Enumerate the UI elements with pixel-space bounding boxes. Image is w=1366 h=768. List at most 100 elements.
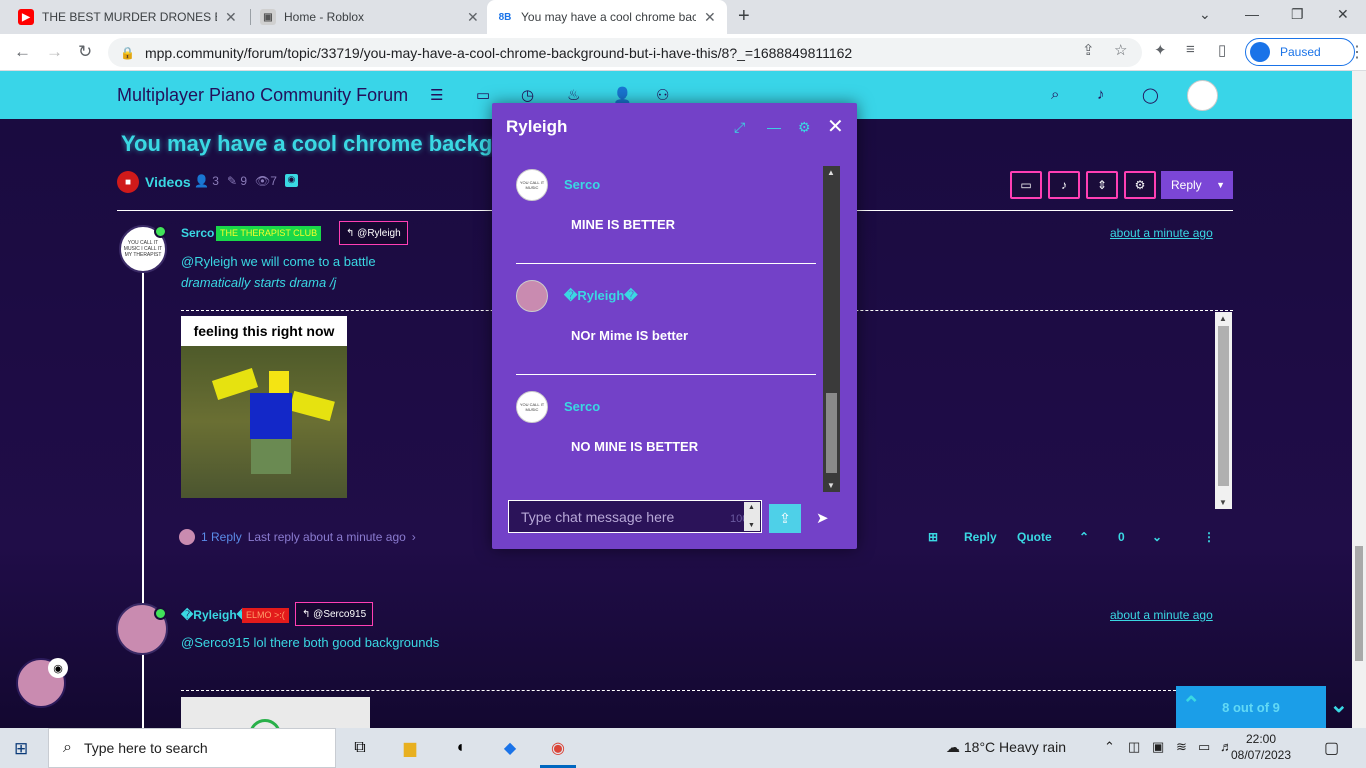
- search-icon[interactable]: ⌕: [1051, 86, 1059, 103]
- avatar[interactable]: [516, 280, 548, 312]
- replies-count[interactable]: 1 Reply: [201, 530, 242, 544]
- scroll-up-icon[interactable]: ▲: [827, 168, 835, 177]
- chat-bubble-icon[interactable]: ◯: [1142, 86, 1159, 104]
- task-view-icon[interactable]: ⧉: [348, 736, 372, 760]
- scrollbar-thumb[interactable]: [1355, 546, 1363, 661]
- close-icon[interactable]: ✕: [467, 9, 479, 26]
- chat-settings-gear-icon[interactable]: ⚙: [798, 119, 811, 136]
- roblox-studio-icon[interactable]: ◆: [498, 736, 522, 760]
- chat-author[interactable]: �Ryleigh�: [564, 288, 638, 304]
- minimize-icon[interactable]: —: [1245, 6, 1259, 22]
- post-menu-icon[interactable]: ⋮: [1203, 530, 1215, 544]
- reload-icon[interactable]: ↻: [78, 42, 92, 62]
- user-avatar[interactable]: [1187, 80, 1218, 111]
- file-explorer-icon[interactable]: ▆: [398, 736, 422, 760]
- chat-message-input[interactable]: Type chat message here: [508, 500, 762, 533]
- recent-clock-icon[interactable]: ◷: [521, 86, 534, 104]
- post-author[interactable]: Serco: [181, 226, 214, 240]
- close-icon[interactable]: ✕: [827, 114, 844, 139]
- eye-icon[interactable]: ◉: [48, 658, 68, 678]
- clock[interactable]: 22:00 08/07/2023: [1228, 731, 1294, 763]
- chat-scrollbar[interactable]: ▲ ▼: [823, 166, 840, 492]
- post-scrollbar[interactable]: ▲ ▼: [1215, 312, 1232, 509]
- popular-fire-icon[interactable]: ♨: [567, 86, 580, 104]
- inbox-icon[interactable]: ▭: [476, 86, 490, 104]
- tab-roblox[interactable]: ▣ Home - Roblox ✕: [250, 0, 490, 34]
- media-icon[interactable]: ≡: [1186, 41, 1195, 58]
- new-tab-icon[interactable]: +: [738, 5, 750, 28]
- profile-button[interactable]: Paused: [1245, 38, 1355, 66]
- replies-summary[interactable]: 1 Reply Last reply about a minute ago ›: [179, 529, 416, 545]
- windows-start-icon[interactable]: ⊞: [14, 739, 28, 759]
- scrollbar-thumb[interactable]: [826, 393, 837, 473]
- extensions-icon[interactable]: ✦: [1154, 41, 1167, 59]
- tab-youtube[interactable]: ▶ THE BEST MURDER DRONES EDIT ✕: [8, 0, 248, 34]
- close-icon[interactable]: ✕: [225, 9, 237, 26]
- chat-author[interactable]: Serco: [564, 399, 600, 414]
- plus-square-icon[interactable]: ⊞: [928, 530, 938, 544]
- downvote-icon[interactable]: ⌄: [1152, 530, 1162, 544]
- reply-button[interactable]: Reply ▼: [1161, 171, 1233, 199]
- reply-to-link[interactable]: ↰ @Ryleigh: [339, 221, 408, 245]
- close-window-icon[interactable]: ✕: [1337, 6, 1349, 23]
- users-icon[interactable]: 👤: [613, 86, 632, 104]
- taskbar-search-field[interactable]: ⌕ Type here to search: [48, 728, 336, 768]
- scroll-up-icon[interactable]: ▲: [1219, 314, 1227, 323]
- post-image[interactable]: feeling this right now: [181, 316, 347, 498]
- minimize-chat-icon[interactable]: —: [767, 119, 781, 135]
- quote-button[interactable]: Quote: [1017, 530, 1052, 544]
- pagination-bar[interactable]: ⌃ 8 out of 9 ⌄: [1176, 686, 1348, 728]
- topic-tools-gear-icon[interactable]: ⚙: [1124, 171, 1156, 199]
- forward-icon[interactable]: →: [46, 42, 63, 62]
- page-scrollbar[interactable]: [1352, 71, 1366, 728]
- url-field[interactable]: 🔒 mpp.community/forum/topic/33719/you-ma…: [108, 38, 1142, 67]
- chat-author[interactable]: Serco: [564, 177, 600, 192]
- more-menu-icon[interactable]: ⋮: [1349, 42, 1365, 62]
- scroll-down-icon[interactable]: ▼: [827, 481, 835, 490]
- notifications-bell-icon[interactable]: ♪: [1097, 86, 1105, 103]
- post-author[interactable]: �Ryleigh�: [181, 608, 249, 622]
- post-reply-button[interactable]: Reply: [964, 530, 997, 544]
- scrollbar-thumb[interactable]: [1218, 326, 1229, 486]
- wifi-icon[interactable]: ≋: [1176, 739, 1187, 755]
- reply-to-link[interactable]: ↰ @Serco915: [295, 602, 374, 626]
- share-icon[interactable]: ⇪: [1082, 41, 1095, 59]
- tray-app-icon[interactable]: ▣: [1152, 739, 1164, 755]
- back-icon[interactable]: ←: [14, 42, 31, 62]
- caret-down-icon[interactable]: ▼: [1216, 180, 1225, 190]
- tray-chevron-icon[interactable]: ⌃: [1104, 739, 1115, 755]
- tab-forum-topic[interactable]: 8B You may have a cool chrome bac ✕: [487, 0, 727, 34]
- avatar[interactable]: YOU CALL IT MUSIC: [516, 169, 548, 201]
- jump-bottom-icon[interactable]: ⌄: [1330, 692, 1348, 718]
- groups-icon[interactable]: ⚇: [656, 86, 669, 104]
- restore-icon[interactable]: ❐: [1291, 6, 1304, 23]
- post-timestamp[interactable]: about a minute ago: [1110, 608, 1213, 622]
- mouse-app-icon[interactable]: ◖: [448, 736, 472, 760]
- scroll-down-icon[interactable]: ▼: [1219, 498, 1227, 507]
- rss-icon[interactable]: ◉: [284, 174, 298, 187]
- categories-icon[interactable]: ☰: [430, 86, 443, 104]
- avatar[interactable]: YOU CALL IT MUSIC: [516, 391, 548, 423]
- send-icon[interactable]: ➤: [816, 509, 829, 527]
- weather-widget[interactable]: ☁ 18°C Heavy rain: [946, 739, 1066, 756]
- post-timestamp[interactable]: about a minute ago: [1110, 226, 1213, 240]
- inbox-tool-icon[interactable]: ▭: [1010, 171, 1042, 199]
- expand-icon[interactable]: ⤢: [734, 119, 745, 136]
- tray-app-icon[interactable]: ◫: [1128, 739, 1140, 755]
- notifications-icon[interactable]: ▢: [1324, 738, 1339, 758]
- upvote-icon[interactable]: ⌃: [1079, 530, 1089, 544]
- bookmark-star-icon[interactable]: ☆: [1114, 41, 1127, 59]
- category-link[interactable]: ■ Videos: [117, 171, 191, 193]
- chrome-icon[interactable]: ◉: [546, 736, 570, 760]
- watch-bell-icon[interactable]: ♪: [1048, 171, 1080, 199]
- upload-button[interactable]: ⇪: [769, 504, 801, 533]
- stepper-up-icon[interactable]: ▲: [748, 504, 755, 511]
- stepper-down-icon[interactable]: ▼: [748, 522, 755, 529]
- post-image[interactable]: [181, 697, 370, 728]
- side-panel-icon[interactable]: ▯: [1218, 41, 1226, 59]
- tab-search-icon[interactable]: ⌄: [1199, 6, 1211, 23]
- input-stepper[interactable]: ▲ ▼: [744, 502, 760, 531]
- floating-avatar[interactable]: ◉: [16, 658, 68, 708]
- forum-brand[interactable]: Multiplayer Piano Community Forum: [117, 85, 408, 106]
- sort-icon[interactable]: ⇕: [1086, 171, 1118, 199]
